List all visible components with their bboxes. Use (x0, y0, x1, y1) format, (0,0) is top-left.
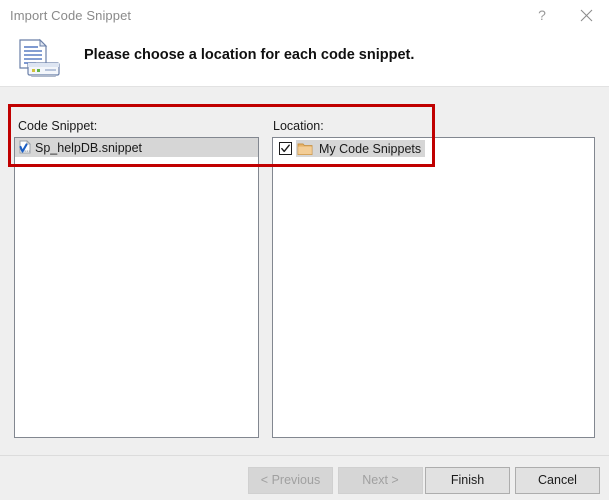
header-band: Please choose a location for each code s… (0, 30, 609, 87)
code-snippet-listbox[interactable]: Sp_helpDB.snippet (14, 137, 259, 438)
close-icon (580, 9, 593, 22)
list-item-label: My Code Snippets (319, 142, 421, 156)
list-item-label: Sp_helpDB.snippet (35, 141, 142, 155)
list-item[interactable]: Sp_helpDB.snippet (15, 138, 258, 157)
next-button[interactable]: Next > (338, 467, 423, 494)
window-title: Import Code Snippet (10, 8, 131, 23)
finish-button[interactable]: Finish (425, 467, 510, 494)
location-listbox[interactable]: My Code Snippets (272, 137, 595, 438)
close-button[interactable] (567, 0, 605, 30)
list-item[interactable]: My Code Snippets (273, 139, 594, 158)
previous-button[interactable]: < Previous (248, 467, 333, 494)
import-code-snippet-dialog: Import Code Snippet ? (0, 0, 609, 500)
title-bar: Import Code Snippet ? (0, 0, 609, 30)
location-checkbox[interactable] (279, 142, 292, 155)
dialog-footer: < Previous Next > Finish Cancel (0, 455, 609, 500)
code-snippet-column-label: Code Snippet: (18, 119, 97, 133)
page-title: Please choose a location for each code s… (84, 47, 414, 63)
folder-icon (297, 142, 313, 156)
location-column-label: Location: (273, 119, 324, 133)
dialog-body: Code Snippet: Location: (0, 88, 609, 455)
snippet-file-icon (18, 140, 32, 155)
code-snippet-import-icon (14, 38, 62, 80)
help-button[interactable]: ? (523, 0, 561, 30)
location-row-content: My Code Snippets (296, 140, 425, 157)
question-mark-icon: ? (538, 8, 546, 22)
cancel-button[interactable]: Cancel (515, 467, 600, 494)
